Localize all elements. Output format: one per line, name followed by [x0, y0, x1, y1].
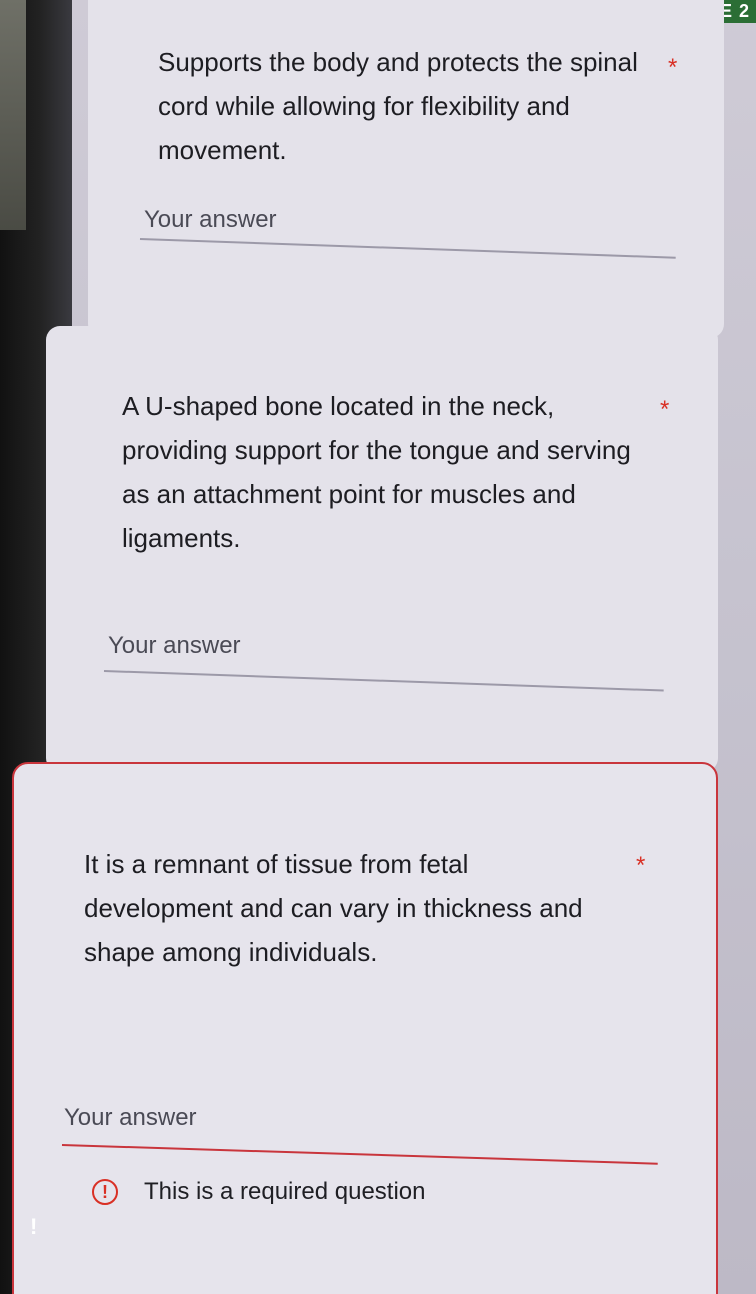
required-marker-2: *: [660, 396, 670, 423]
error-message: ! This is a required question: [92, 1178, 425, 1206]
background-edge: [0, 0, 26, 230]
side-alert-mark: !: [30, 1214, 38, 1239]
answer-field-1[interactable]: Your answer: [144, 206, 277, 234]
alert-circle-icon: !: [92, 1179, 118, 1205]
error-text: This is a required question: [144, 1178, 426, 1205]
form-page: GEE 2 Supports the body and protects the…: [0, 0, 756, 1294]
question-1-text: Supports the body and protects the spina…: [158, 47, 638, 165]
required-marker-1: *: [668, 54, 678, 81]
question-3-text: It is a remnant of tissue from fetal dev…: [84, 849, 583, 967]
answer-field-3[interactable]: Your answer: [64, 1104, 197, 1132]
question-2-text: A U-shaped bone located in the neck, pro…: [122, 391, 631, 553]
answer-field-2[interactable]: Your answer: [108, 632, 241, 660]
required-marker-3: *: [636, 852, 646, 879]
